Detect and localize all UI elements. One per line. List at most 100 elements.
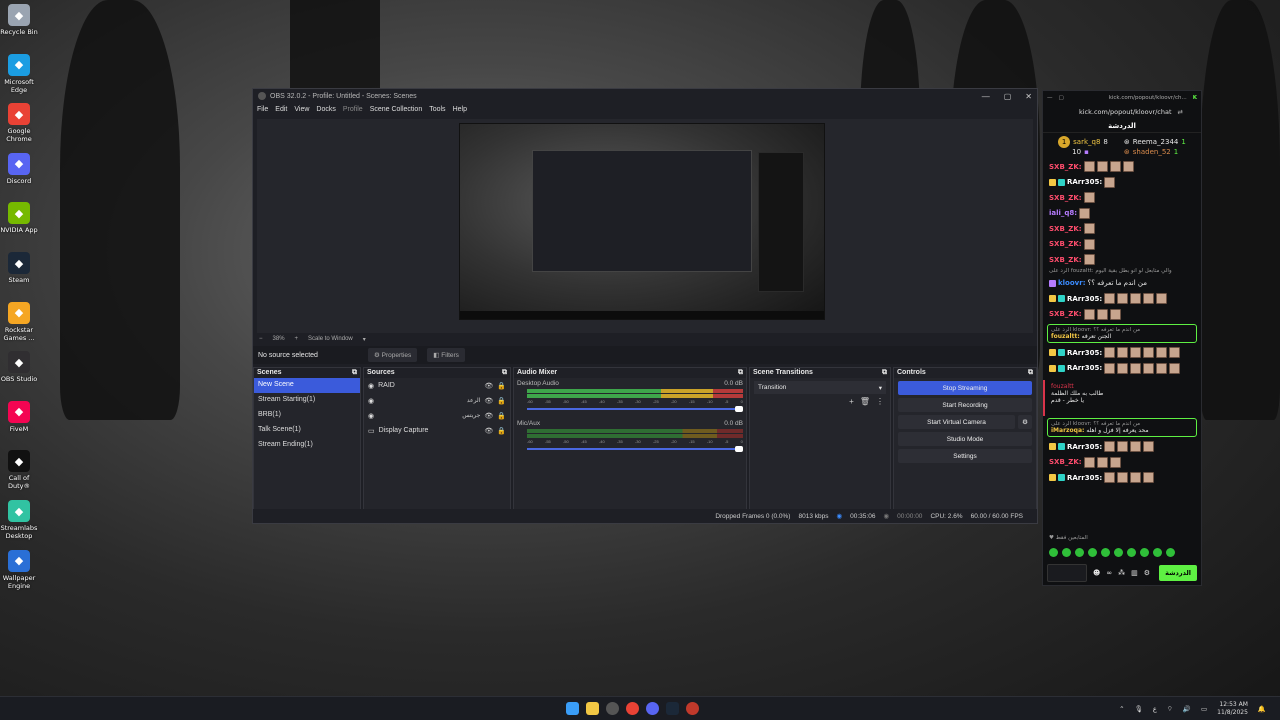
leader-name[interactable]: Reema_2344 bbox=[1133, 138, 1179, 146]
file-explorer-icon[interactable] bbox=[586, 702, 599, 715]
menu-help[interactable]: Help bbox=[453, 106, 467, 113]
scene-item[interactable]: Stream Starting(1) bbox=[254, 393, 360, 408]
chat-username[interactable]: SXB_ZK: bbox=[1049, 458, 1082, 466]
minimize-icon[interactable]: — bbox=[982, 92, 990, 101]
chat-username[interactable]: RArr305: bbox=[1067, 474, 1102, 482]
emote-icon[interactable] bbox=[1101, 547, 1110, 557]
emote-icon[interactable] bbox=[1088, 547, 1097, 557]
trash-icon[interactable]: 🗑 bbox=[860, 397, 870, 406]
studio-mode-button[interactable]: Studio Mode bbox=[898, 432, 1032, 446]
zoom-minus-icon[interactable]: − bbox=[259, 336, 263, 342]
desktop-icon[interactable]: ◆ Steam bbox=[0, 252, 38, 284]
emote-icon[interactable] bbox=[1049, 547, 1058, 557]
dock-menu-icon[interactable]: ⧉ bbox=[882, 369, 887, 377]
start-virtual-camera-button[interactable]: Start Virtual Camera bbox=[898, 415, 1015, 429]
lock-icon[interactable]: 🔒 bbox=[497, 397, 506, 405]
link-icon[interactable]: ∞ bbox=[1106, 569, 1112, 577]
chat-username[interactable]: SXB_ZK: bbox=[1049, 256, 1082, 264]
source-item[interactable]: ◉ الرعد 👁 🔒 bbox=[364, 393, 510, 408]
desktop-icon[interactable]: ◆ FiveM bbox=[0, 400, 38, 433]
chat-username[interactable]: SXB_ZK: bbox=[1049, 225, 1082, 233]
chat-username[interactable]: RArr305: bbox=[1067, 178, 1102, 186]
menu-tools[interactable]: Tools bbox=[429, 106, 445, 113]
more-icon[interactable]: ⋮ bbox=[876, 397, 884, 406]
volume-slider[interactable] bbox=[527, 446, 743, 452]
lock-icon[interactable]: 🔒 bbox=[497, 382, 506, 390]
filters-button[interactable]: ◧ Filters bbox=[427, 348, 465, 362]
desktop-icon[interactable]: ◆ NVIDIA App bbox=[0, 202, 38, 234]
scene-item[interactable]: Stream Ending(1) bbox=[254, 438, 360, 453]
menu-edit[interactable]: Edit bbox=[275, 106, 287, 113]
virtual-camera-settings-icon[interactable]: ⚙ bbox=[1018, 415, 1032, 429]
obs-icon[interactable] bbox=[606, 702, 619, 715]
chevron-down-icon[interactable]: ▾ bbox=[363, 336, 366, 343]
chevron-up-icon[interactable]: ⌃ bbox=[1119, 705, 1124, 713]
card-username[interactable]: fouzaltt bbox=[1051, 383, 1191, 390]
store-icon[interactable]: ▥ bbox=[1131, 569, 1138, 577]
desktop-icon[interactable]: ◆ Rockstar Games ... bbox=[0, 301, 38, 342]
menu-scene-collection[interactable]: Scene Collection bbox=[370, 106, 423, 113]
emote-icon[interactable] bbox=[1153, 547, 1162, 557]
users-icon[interactable]: ⁂ bbox=[1118, 569, 1125, 577]
wifi-icon[interactable]: ⌔ bbox=[1167, 704, 1173, 713]
visibility-icon[interactable]: 👁 bbox=[484, 427, 493, 435]
chrome-icon[interactable] bbox=[626, 702, 639, 715]
desktop-icon[interactable]: ◆ Wallpaper Engine bbox=[0, 549, 38, 590]
settings-button[interactable]: Settings bbox=[898, 449, 1032, 463]
chat-username[interactable]: RArr305: bbox=[1067, 443, 1102, 451]
emoji-icon[interactable]: ☻ bbox=[1093, 569, 1100, 577]
chat-username[interactable]: RArr305: bbox=[1067, 364, 1102, 372]
mic-icon[interactable]: 🎙 bbox=[1135, 705, 1143, 713]
visibility-icon[interactable]: 👁 bbox=[484, 382, 493, 390]
scale-mode[interactable]: Scale to Window bbox=[308, 336, 353, 342]
emote-icon[interactable] bbox=[1062, 547, 1071, 557]
transition-select[interactable]: Transition ▾ bbox=[754, 381, 886, 394]
chat-username[interactable]: SXB_ZK: bbox=[1049, 194, 1082, 202]
desktop-icon[interactable]: ◆ Microsoft Edge bbox=[0, 53, 38, 94]
dock-menu-icon[interactable]: ⧉ bbox=[352, 369, 357, 377]
obs-preview[interactable] bbox=[257, 119, 1033, 333]
start-recording-button[interactable]: Start Recording bbox=[898, 398, 1032, 412]
close-icon[interactable]: ✕ bbox=[1025, 92, 1032, 101]
chat-username[interactable]: SXB_ZK: bbox=[1049, 163, 1082, 171]
properties-button[interactable]: ⚙ Properties bbox=[368, 348, 418, 362]
leader-name[interactable]: sark_q8 bbox=[1073, 138, 1100, 146]
desktop-icon[interactable]: ◆ Streamlabs Desktop bbox=[0, 500, 38, 540]
windows-start-icon[interactable] bbox=[566, 702, 579, 715]
menu-profile[interactable]: Profile bbox=[343, 106, 363, 113]
chat-username[interactable]: SXB_ZK: bbox=[1049, 240, 1082, 248]
scene-item[interactable]: Talk Scene(1) bbox=[254, 423, 360, 438]
desktop-icon[interactable]: ◆ OBS Studio bbox=[0, 351, 38, 383]
emote-icon[interactable] bbox=[1140, 547, 1149, 557]
chat-username[interactable]: RArr305: bbox=[1067, 295, 1102, 303]
chat-input[interactable] bbox=[1047, 564, 1087, 582]
source-item[interactable]: ▭ Display Capture 👁 🔒 bbox=[364, 423, 510, 438]
chat-username[interactable]: fouzaltt: bbox=[1051, 333, 1080, 340]
desktop-icon[interactable]: ◆ Discord bbox=[0, 152, 38, 185]
source-item[interactable]: ◉ جريتس 👁 🔒 bbox=[364, 408, 510, 423]
lock-icon[interactable]: 🔒 bbox=[497, 427, 506, 435]
menu-file[interactable]: File bbox=[257, 106, 268, 113]
volume-slider[interactable] bbox=[527, 406, 743, 412]
battery-icon[interactable]: ▭ bbox=[1201, 705, 1207, 713]
menu-docks[interactable]: Docks bbox=[316, 106, 335, 113]
dock-menu-icon[interactable]: ⧉ bbox=[1028, 369, 1033, 377]
steam-icon[interactable] bbox=[666, 702, 679, 715]
emote-icon[interactable] bbox=[1114, 547, 1123, 557]
language-indicator[interactable]: ع bbox=[1153, 705, 1157, 713]
clock[interactable]: 12:53 AM 11/8/2025 bbox=[1217, 701, 1248, 717]
dock-menu-icon[interactable]: ⧉ bbox=[502, 369, 507, 377]
site-settings-icon[interactable]: ⇄ bbox=[1178, 108, 1183, 116]
rockstar-icon[interactable] bbox=[686, 702, 699, 715]
stop-streaming-button[interactable]: Stop Streaming bbox=[898, 381, 1032, 395]
gear-icon[interactable]: ⚙ bbox=[1144, 569, 1150, 577]
visibility-icon[interactable]: 👁 bbox=[484, 412, 493, 420]
desktop-icon[interactable]: ◆ Google Chrome bbox=[0, 103, 38, 143]
visibility-icon[interactable]: 👁 bbox=[484, 397, 493, 405]
scene-item[interactable]: New Scene bbox=[254, 378, 360, 393]
chat-username[interactable]: SXB_ZK: bbox=[1049, 310, 1082, 318]
menu-view[interactable]: View bbox=[294, 106, 309, 113]
lock-icon[interactable]: 🔒 bbox=[497, 412, 506, 420]
scene-item[interactable]: BRB(1) bbox=[254, 408, 360, 423]
add-icon[interactable]: + bbox=[849, 397, 854, 406]
